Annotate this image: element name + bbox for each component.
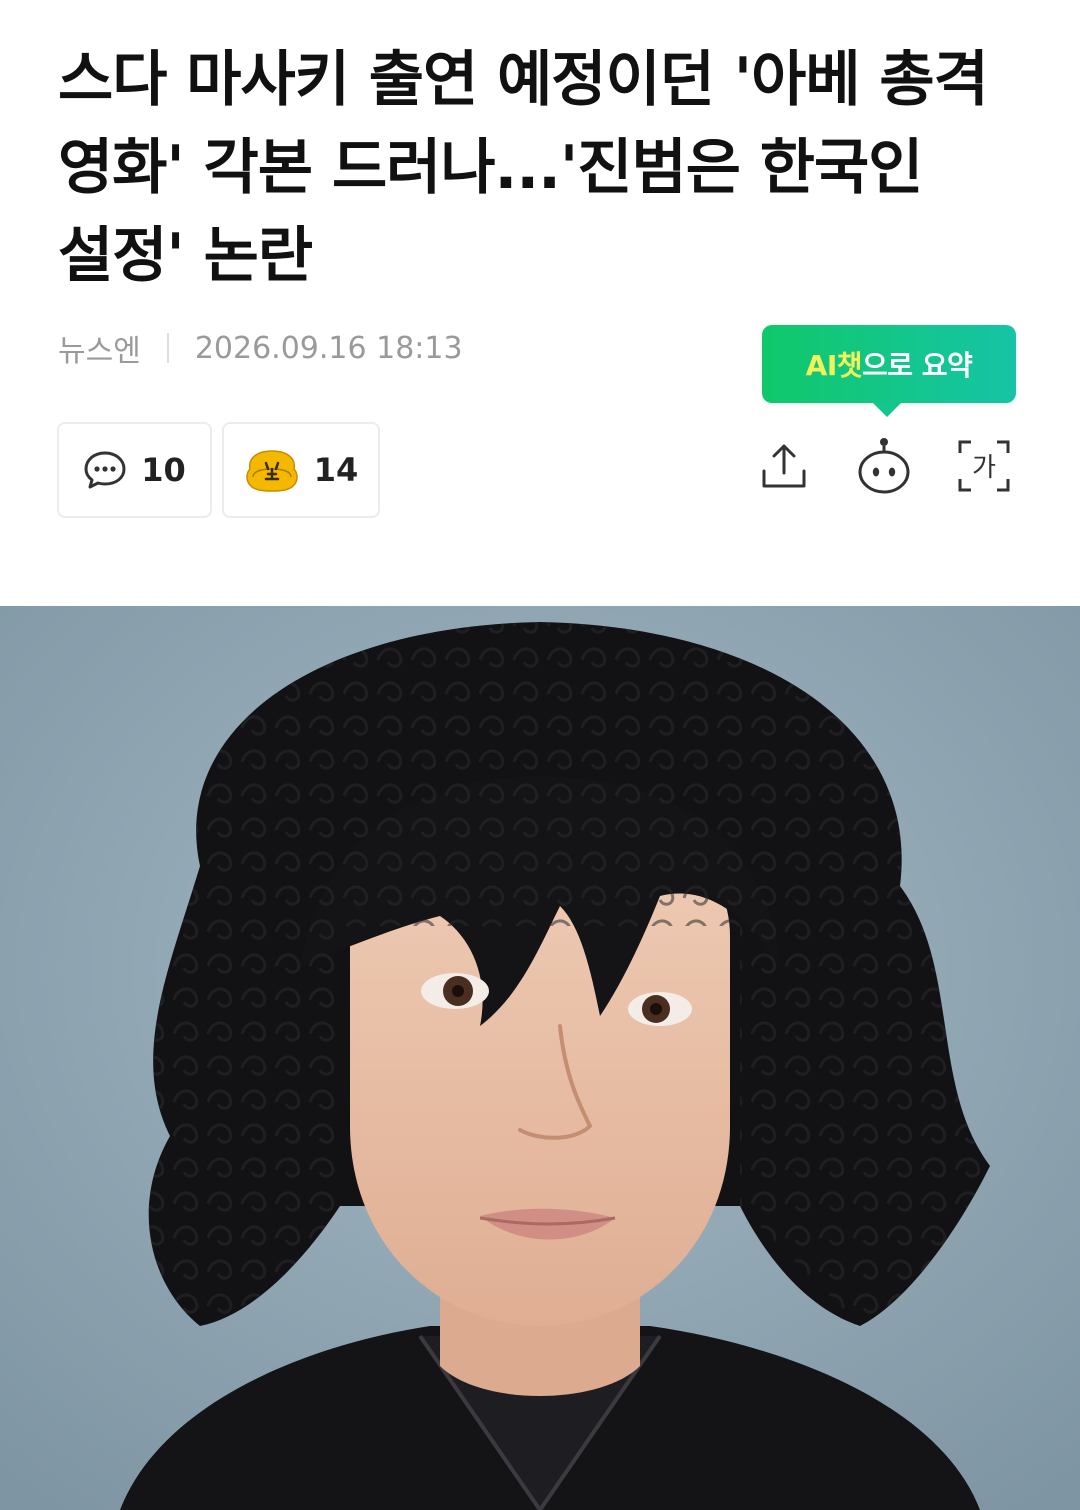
comment-button[interactable]: 10 xyxy=(57,422,212,518)
ai-summary-highlight: AI챗 xyxy=(805,349,863,382)
emotion-count: 14 xyxy=(313,451,359,489)
comment-icon xyxy=(84,451,126,489)
font-size-button[interactable]: 가 xyxy=(954,436,1014,496)
emotion-character-icon xyxy=(245,450,298,492)
ai-summary-label: 으로 요약 xyxy=(862,349,973,382)
font-size-icon: 가 xyxy=(958,440,1010,492)
portrait-photo xyxy=(0,606,1080,1510)
article-meta: 뉴스엔 2026.09.16 18:13 xyxy=(58,326,463,370)
share-button[interactable] xyxy=(754,436,814,496)
font-size-glyph: 가 xyxy=(972,453,996,483)
article-photo[interactable] xyxy=(0,606,1080,1510)
article-source[interactable]: 뉴스엔 xyxy=(58,326,141,370)
ai-bot-icon xyxy=(858,438,910,494)
article-datetime: 2026.09.16 18:13 xyxy=(194,330,463,366)
ai-bot-button[interactable] xyxy=(854,436,914,496)
emotion-button[interactable]: 14 xyxy=(222,422,380,518)
article-page: 스다 마사키 출연 예정이던 '아베 총격 영화' 각본 드러나...'진범은 … xyxy=(0,0,1080,1510)
share-icon xyxy=(762,444,806,488)
article-headline: 스다 마사키 출연 예정이던 '아베 총격 영화' 각본 드러나...'진범은 … xyxy=(58,45,989,291)
comment-count: 10 xyxy=(141,451,186,489)
ai-summary-tooltip[interactable]: AI챗 으로 요약 xyxy=(762,325,1016,417)
meta-divider xyxy=(166,333,169,363)
